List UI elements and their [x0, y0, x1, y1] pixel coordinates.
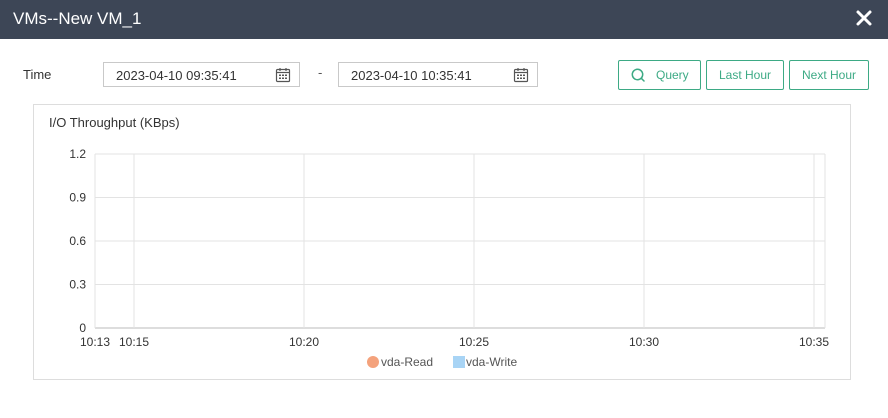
- x-tick-label: 10:15: [119, 335, 149, 349]
- legend-read-label: vda-Read: [381, 355, 433, 369]
- y-axis-ticks: 0 0.3 0.6 0.9 1.2: [69, 147, 86, 335]
- x-tick-label: 10:30: [629, 335, 659, 349]
- y-tick-label: 0.9: [69, 191, 86, 205]
- legend-read-marker: [367, 356, 379, 368]
- y-tick-label: 0: [79, 321, 86, 335]
- x-tick-label: 10:20: [289, 335, 319, 349]
- legend-write-label: vda-Write: [466, 355, 517, 369]
- chart-legend: vda-Read vda-Write: [367, 355, 517, 369]
- legend-write-marker: [453, 356, 465, 368]
- chart-grid: [94, 153, 826, 329]
- y-tick-label: 0.3: [69, 278, 86, 292]
- y-tick-label: 1.2: [69, 147, 86, 161]
- x-tick-label: 10:25: [459, 335, 489, 349]
- x-tick-label: 10:35: [799, 335, 829, 349]
- io-throughput-chart: 00.30.60.91.2 10:13 10:15 10:20 10:25 10:30 1…: [69, 147, 829, 369]
- x-tick-label: 10:13: [80, 335, 110, 349]
- x-axis-ticks: 10:13 10:15 10:20 10:25 10:30 10:35: [80, 335, 829, 349]
- y-tick-label: 0.6: [69, 234, 86, 248]
